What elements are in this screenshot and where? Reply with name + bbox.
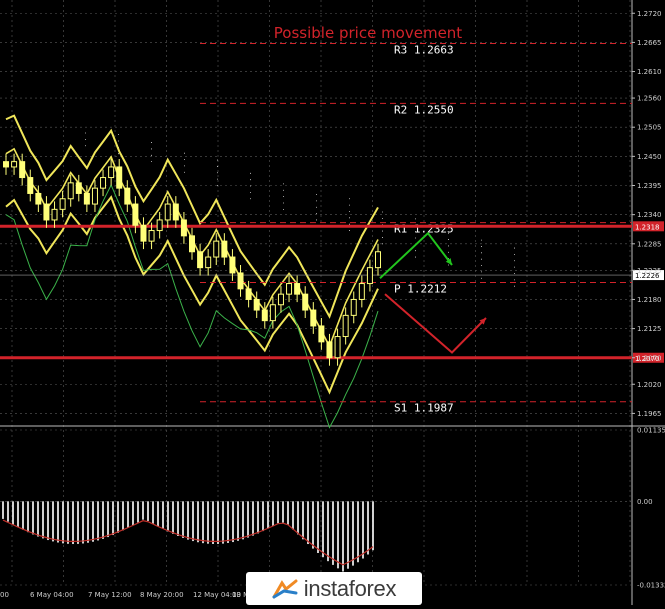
price-axis: 1.2720 1.2665 1.2610 1.2560 1.2505 1.2450 1.23… bbox=[632, 10, 662, 418]
logo-text: instaforex bbox=[303, 575, 397, 601]
candle-body bbox=[205, 256, 212, 269]
candle-body bbox=[35, 192, 42, 205]
candle-body bbox=[237, 272, 244, 290]
candle-body bbox=[318, 325, 325, 343]
y-tick-label: 1.2020 bbox=[637, 381, 662, 389]
candle-body bbox=[261, 309, 268, 322]
candle-body bbox=[43, 203, 50, 221]
candle-body bbox=[245, 288, 252, 300]
chart-title: Possible price movement bbox=[274, 24, 463, 42]
candle-body bbox=[213, 240, 220, 258]
indicators bbox=[5, 114, 515, 429]
y-tick-label: 1.2125 bbox=[637, 325, 662, 333]
candle-body bbox=[172, 203, 179, 221]
x-tick-label: 7 May 12:00 bbox=[88, 591, 132, 599]
osc-tick-label: -0.01332 bbox=[637, 582, 665, 590]
candle-body bbox=[27, 177, 34, 194]
candle-body bbox=[156, 219, 163, 232]
pivot-label-R1: R1 1.2325 bbox=[394, 223, 454, 236]
chikou-line bbox=[5, 183, 379, 429]
candle-body bbox=[350, 298, 357, 316]
candle-body bbox=[189, 235, 195, 253]
candle-body bbox=[286, 283, 293, 295]
y-tick-label: 1.2720 bbox=[637, 10, 662, 18]
candle-body bbox=[221, 240, 228, 258]
x-tick-label: 8 May 20:00 bbox=[140, 591, 184, 599]
candle-body bbox=[180, 219, 187, 237]
candle-body bbox=[302, 293, 309, 311]
candle-body bbox=[108, 166, 115, 179]
bollinger-upper bbox=[5, 114, 379, 319]
candle-body bbox=[197, 251, 204, 269]
candle-body bbox=[140, 224, 147, 242]
candle-body bbox=[277, 293, 284, 306]
chart-canvas: Possible price movement R3 1.2663 R2 1.25… bbox=[0, 0, 665, 605]
candle-body bbox=[116, 166, 123, 189]
y-tick-label: 1.2180 bbox=[637, 296, 662, 304]
candle-body bbox=[59, 198, 66, 210]
chart-stage: Possible price movement R3 1.2663 R2 1.25… bbox=[0, 0, 665, 605]
candle-body bbox=[83, 192, 90, 205]
candle-body bbox=[326, 341, 333, 359]
candle-body bbox=[334, 336, 341, 359]
y-tick-label: 1.2560 bbox=[637, 95, 662, 103]
time-axis: 00 6 May 04:00 7 May 12:00 8 May 20:00 12 Ma… bbox=[0, 591, 253, 599]
y-tick-label: 1.2505 bbox=[637, 124, 662, 132]
candle-body bbox=[75, 182, 82, 194]
candle-body bbox=[11, 161, 18, 168]
bullish-arrow bbox=[379, 231, 453, 279]
pivot-levels: R3 1.2663 R2 1.2550 R1 1.2325 P 1.2212 S1 1.… bbox=[0, 42, 664, 415]
y-tick-label: 1.2610 bbox=[637, 68, 662, 76]
oscillator-panel: 0.01135 0.00 -0.01332 bbox=[0, 427, 665, 590]
osc-tick-label: 0.00 bbox=[637, 498, 653, 506]
y-tick-label: 1.2070 bbox=[637, 354, 662, 362]
y-tick-label: 1.2235 bbox=[637, 267, 662, 275]
x-tick-label: 00 bbox=[0, 591, 9, 599]
y-tick-label: 1.2285 bbox=[637, 240, 662, 248]
candle-body bbox=[3, 161, 9, 168]
osc-tick-label: 0.01135 bbox=[637, 427, 665, 435]
candle-body bbox=[253, 298, 260, 311]
pivot-label-S1: S1 1.1987 bbox=[394, 402, 454, 415]
logo-icon bbox=[272, 579, 298, 598]
candle-body bbox=[164, 203, 171, 221]
candle-body bbox=[229, 256, 236, 274]
candle-body bbox=[375, 251, 381, 269]
pivot-label-R2: R2 1.2550 bbox=[394, 103, 454, 116]
candle-body bbox=[269, 304, 276, 322]
candle-body bbox=[366, 267, 373, 285]
x-tick-label: 6 May 04:00 bbox=[30, 591, 74, 599]
candle-body bbox=[148, 230, 155, 242]
y-tick-label: 1.1965 bbox=[637, 410, 662, 418]
candle-body bbox=[124, 187, 131, 205]
instaforex-logo: instaforex bbox=[246, 572, 422, 605]
candle-body bbox=[19, 161, 26, 179]
candle-body bbox=[294, 283, 301, 295]
y-tick-label: 1.2395 bbox=[637, 182, 662, 190]
candle-body bbox=[91, 187, 98, 205]
bearish-arrow bbox=[384, 293, 487, 354]
candle-body bbox=[310, 309, 317, 327]
candle-body bbox=[358, 283, 365, 300]
candle-body bbox=[100, 177, 107, 189]
price-box-label: 1.2318 bbox=[635, 223, 660, 231]
candle-body bbox=[51, 208, 58, 221]
y-tick-label: 1.2340 bbox=[637, 211, 662, 219]
candle-body bbox=[342, 314, 349, 338]
candle-body bbox=[132, 203, 139, 226]
y-tick-label: 1.2450 bbox=[637, 153, 662, 161]
pivot-label-P: P 1.2212 bbox=[394, 282, 447, 295]
candle-body bbox=[67, 182, 74, 200]
y-tick-label: 1.2665 bbox=[637, 39, 662, 47]
pivot-label-R3: R3 1.2663 bbox=[394, 43, 454, 56]
